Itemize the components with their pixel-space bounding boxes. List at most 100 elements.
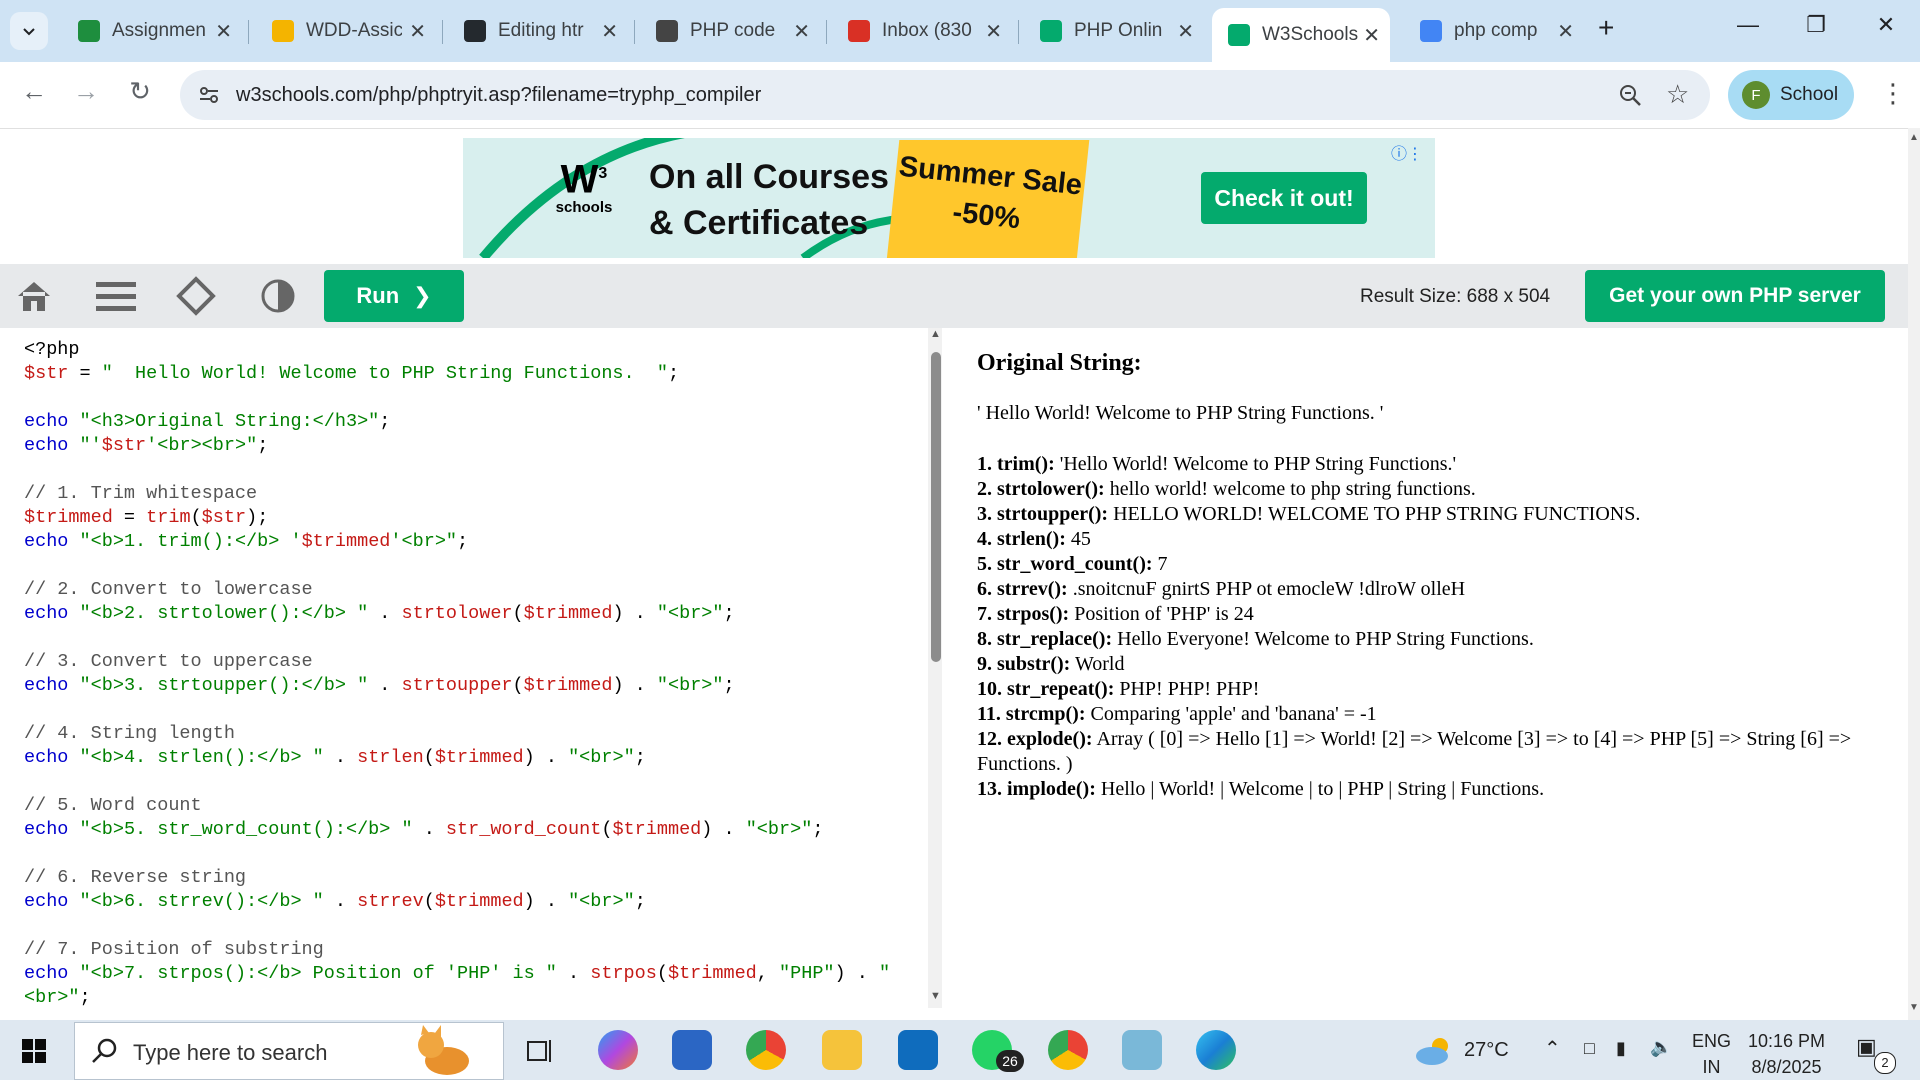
rotate-layout-icon[interactable] [176, 276, 216, 316]
copilot-icon[interactable] [598, 1030, 638, 1070]
edge-icon[interactable] [1196, 1030, 1236, 1070]
outlook-icon[interactable] [898, 1030, 938, 1070]
home-icon[interactable] [16, 279, 52, 313]
back-button[interactable]: ← [14, 76, 54, 107]
browser-tab[interactable]: Editing htr ✕ [448, 10, 628, 52]
tab-close-icon[interactable]: ✕ [1177, 19, 1194, 44]
profile-button[interactable]: F School [1728, 70, 1854, 120]
forward-button[interactable]: → [66, 76, 106, 107]
battery-icon[interactable]: ▮ [1616, 1038, 1626, 1059]
tab-close-icon[interactable]: ✕ [1557, 19, 1574, 44]
clock[interactable]: 10:16 PM 8/8/2025 [1748, 1028, 1825, 1080]
notification-icon[interactable]: ▣ [1856, 1034, 1877, 1060]
browser-tab[interactable]: W3Schools ✕ [1212, 8, 1390, 62]
code-line: $str = " Hello World! Welcome to PHP Str… [24, 363, 680, 384]
result-item-text: Hello | World! | Welcome | to | PHP | St… [1095, 778, 1545, 800]
result-item-text: Position of 'PHP' is 24 [1069, 603, 1254, 625]
menu-icon[interactable] [96, 280, 136, 312]
restore-button[interactable]: ❐ [1796, 12, 1836, 38]
close-window-button[interactable]: ✕ [1866, 12, 1906, 38]
tab-close-icon[interactable]: ✕ [793, 19, 810, 44]
tab-search-button[interactable] [10, 12, 48, 50]
result-item-text: Comparing 'apple' and 'banana' = -1 [1085, 703, 1377, 725]
code-line: echo "<b>1. trim():</b> '$trimmed'<br>"; [24, 531, 469, 552]
result-item: 9. substr(): World [977, 652, 1867, 677]
result-item-label: 8. str_replace(): [977, 628, 1113, 650]
tab-close-icon[interactable]: ✕ [409, 19, 426, 44]
code-line: echo "<b>7. strpos():</b> Position of 'P… [24, 963, 891, 984]
code-content[interactable]: <?php $str = " Hello World! Welcome to PH… [24, 338, 890, 1008]
browser-tab[interactable]: Inbox (830 ✕ [832, 10, 1012, 52]
ad-cta-button[interactable]: Check it out! [1201, 172, 1367, 224]
result-item-label: 2. strtolower(): [977, 478, 1105, 500]
show-hidden-icons-icon[interactable]: ⌃ [1544, 1036, 1561, 1061]
result-item: 1. trim(): 'Hello World! Welcome to PHP … [977, 452, 1867, 477]
tab-close-icon[interactable]: ✕ [1363, 23, 1380, 48]
tab-separator [1018, 20, 1019, 44]
google-drive-icon [272, 20, 294, 42]
code-scrollbar[interactable]: ▲ ▼ [928, 328, 942, 1008]
chrome-profile-icon[interactable] [1048, 1030, 1088, 1070]
tab-separator [634, 20, 635, 44]
browser-tab[interactable]: PHP Onlin ✕ [1024, 10, 1204, 52]
scrollbar-thumb[interactable] [931, 352, 941, 662]
ad-banner[interactable]: W3 schools On all Courses & Certificates… [463, 138, 1435, 258]
theme-toggle-icon[interactable] [260, 278, 296, 314]
scroll-up-arrow-icon[interactable]: ▲ [930, 328, 941, 340]
result-item: 4. strlen(): 45 [977, 527, 1867, 552]
browser-tab[interactable]: Assignmen ✕ [62, 10, 242, 52]
tab-close-icon[interactable]: ✕ [601, 19, 618, 44]
get-own-server-button[interactable]: Get your own PHP server [1585, 270, 1885, 322]
file-explorer-icon[interactable] [822, 1030, 862, 1070]
notification-badge: 2 [1874, 1052, 1896, 1074]
microsoft-store-icon[interactable] [672, 1030, 712, 1070]
code-line: echo "<b>4. strlen():</b> " . strlen($tr… [24, 747, 646, 768]
code-line: // 1. Trim whitespace [24, 483, 258, 504]
result-item-text: 'Hello World! Welcome to PHP String Func… [1054, 453, 1457, 475]
page-scroll-down-icon[interactable]: ▼ [1909, 1002, 1919, 1013]
weather-cloud-icon[interactable] [1414, 1036, 1454, 1066]
url-text: w3schools.com/php/phptryit.asp?filename=… [236, 84, 762, 106]
bookmark-star-icon[interactable]: ☆ [1666, 79, 1689, 110]
address-bar[interactable]: w3schools.com/php/phptryit.asp?filename=… [180, 70, 1710, 120]
weather-temp[interactable]: 27°C [1464, 1039, 1509, 1062]
windows-start-icon[interactable] [22, 1039, 46, 1063]
google-classroom-icon [78, 20, 100, 42]
result-item-text: 7 [1152, 553, 1168, 575]
reload-button[interactable]: ↻ [120, 76, 160, 107]
taskbar-search-box[interactable]: Type here to search [74, 1022, 504, 1080]
site-info-icon[interactable] [198, 84, 220, 106]
profile-name: School [1780, 84, 1839, 105]
browser-tab[interactable]: WDD-Assic ✕ [256, 10, 436, 52]
tab-label: Assignmen [112, 20, 206, 41]
new-tab-button[interactable]: + [1598, 12, 1614, 44]
tab-close-icon[interactable]: ✕ [215, 19, 232, 44]
tab-close-icon[interactable]: ✕ [985, 19, 1002, 44]
page-scrollbar[interactable]: ▲ ▼ [1908, 128, 1920, 1020]
browser-toolbar: ← → ↻ w3schools.com/php/phptryit.asp?fil… [0, 62, 1920, 129]
zoom-icon[interactable] [1618, 83, 1642, 107]
ad-info-icon[interactable]: ⓘ⋮ [1391, 140, 1423, 164]
chrome-icon[interactable] [746, 1030, 786, 1070]
browser-menu-icon[interactable]: ⋮ [1880, 78, 1906, 109]
notepad-icon[interactable] [1122, 1030, 1162, 1070]
volume-icon[interactable]: 🔈 [1650, 1037, 1672, 1058]
page-scroll-up-icon[interactable]: ▲ [1909, 132, 1919, 143]
result-original-string: ' Hello World! Welcome to PHP String Fun… [977, 402, 1384, 424]
browser-tab[interactable]: PHP code ✕ [640, 10, 820, 52]
result-heading: Original String: [977, 350, 1142, 376]
minimize-button[interactable]: — [1728, 12, 1768, 38]
scroll-down-arrow-icon[interactable]: ▼ [930, 990, 941, 1002]
browser-tab[interactable]: php comp ✕ [1404, 10, 1584, 52]
result-item: 2. strtolower(): hello world! welcome to… [977, 477, 1867, 502]
result-item-label: 10. str_repeat(): [977, 678, 1115, 700]
run-button[interactable]: Run ❯ [324, 270, 464, 322]
code-line: echo "<b>6. strrev():</b> " . strrev($tr… [24, 891, 646, 912]
meet-now-icon[interactable]: □ [1584, 1038, 1595, 1059]
tab-label: php comp [1454, 20, 1538, 41]
task-view-icon[interactable] [526, 1038, 554, 1064]
code-editor[interactable]: <?php $str = " Hello World! Welcome to PH… [12, 328, 942, 1008]
language-indicator[interactable]: ENG IN [1692, 1028, 1731, 1080]
